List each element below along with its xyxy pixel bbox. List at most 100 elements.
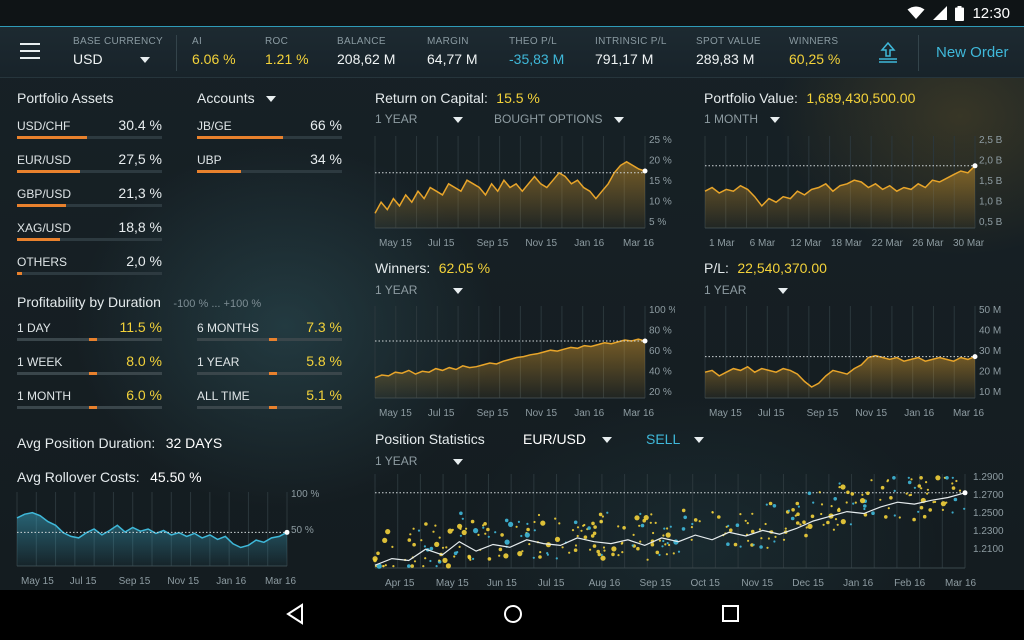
asset-bar-fill [17, 204, 67, 207]
new-order-button[interactable]: New Order [936, 44, 1009, 61]
portfolio-value-period-dropdown[interactable]: 1 MONTH [704, 112, 780, 126]
scatter-point [636, 546, 640, 551]
winners-period-dropdown[interactable]: 1 YEAR [375, 283, 464, 297]
scatter-point [576, 526, 580, 529]
scatter-point [859, 498, 866, 504]
metric-ai: AI 6.06 % [192, 36, 236, 67]
scatter-point [484, 532, 487, 535]
profitability-bar-track [17, 372, 162, 375]
scatter-point [664, 543, 667, 546]
asset-bar-fill [17, 170, 81, 173]
scatter-point [773, 540, 776, 543]
x-tick-label: Sep 15 [477, 408, 509, 418]
scatter-point [691, 522, 694, 526]
profitability-value: 8.0 % [126, 353, 162, 369]
y-tick-label: 100 % [291, 489, 319, 500]
scatter-point [438, 559, 441, 562]
last-point [642, 168, 648, 174]
scatter-point [445, 546, 448, 549]
asset-bar-track [17, 204, 162, 207]
scatter-point [503, 553, 509, 559]
scatter-point [658, 553, 661, 556]
series-area [375, 339, 645, 398]
scatter-point [663, 527, 666, 530]
x-tick-label: Oct 15 [690, 578, 720, 588]
scatter-point [926, 492, 929, 495]
scatter-point [677, 550, 681, 553]
base-currency-value: USD [73, 51, 103, 67]
scatter-point [759, 545, 763, 549]
scatter-point [766, 546, 769, 549]
scatter-point [836, 523, 839, 526]
avg-position-duration-label: Avg Position Duration: [17, 435, 156, 451]
scatter-point [690, 538, 693, 541]
profitability-bar-fill [269, 372, 277, 375]
profitability-bar-fill [269, 406, 277, 409]
x-tick-label: Mar 16 [953, 408, 985, 418]
roc-filter: BOUGHT OPTIONS [494, 112, 603, 126]
metric-label: MARGIN [427, 36, 469, 47]
pl-period: 1 YEAR [704, 283, 747, 297]
accounts-dropdown[interactable]: Accounts [197, 90, 277, 106]
scatter-point [517, 520, 520, 523]
scatter-point [409, 533, 412, 536]
y-tick-label: 40 M [979, 326, 1001, 337]
scatter-point [884, 515, 888, 519]
metric-balance: BALANCE 208,62 M [337, 36, 395, 67]
profitability-bar-track [197, 372, 342, 375]
menu-button[interactable] [20, 43, 40, 59]
scatter-point [596, 549, 600, 554]
x-tick-label: Nov 15 [855, 408, 887, 418]
x-tick-label: Jan 16 [904, 408, 934, 418]
home-circle-icon[interactable] [501, 602, 525, 626]
x-tick-label: Nov 15 [525, 238, 557, 248]
asset-bar-fill [17, 238, 61, 241]
winners-title: Winners: [375, 260, 431, 276]
scatter-point [423, 545, 426, 548]
position-stats-period-dropdown[interactable]: 1 YEAR [375, 454, 464, 468]
upload-icon[interactable] [878, 41, 898, 65]
profitability-value: 5.1 % [306, 387, 342, 403]
position-stats-pair-dropdown[interactable]: EUR/USD [523, 431, 613, 447]
roc-filter-dropdown[interactable]: BOUGHT OPTIONS [494, 112, 625, 126]
roc-period-dropdown[interactable]: 1 YEAR [375, 112, 464, 126]
chevron-down-icon [778, 287, 789, 294]
asset-bar-track [17, 136, 162, 139]
scatter-point [838, 486, 841, 489]
scatter-point [424, 522, 428, 526]
scatter-point [473, 528, 479, 534]
pl-period-dropdown[interactable]: 1 YEAR [704, 283, 789, 297]
x-tick-label: Dec 15 [792, 578, 824, 588]
scatter-point [910, 478, 913, 481]
profitability-bar-track [197, 406, 342, 409]
scatter-point [417, 529, 421, 532]
back-triangle-icon[interactable] [284, 602, 306, 626]
scatter-point [661, 545, 664, 548]
avg-rollover: Avg Rollover Costs: 45.50 % [17, 469, 202, 487]
scatter-point [666, 542, 669, 545]
scatter-point [554, 517, 557, 520]
y-tick-label: 30 M [979, 346, 1001, 357]
scatter-point [832, 528, 835, 531]
scatter-point [639, 540, 642, 543]
chevron-down-icon [602, 437, 613, 444]
chevron-down-icon [453, 458, 464, 465]
scatter-point [391, 545, 394, 548]
base-currency-select[interactable]: USD [73, 51, 153, 67]
profitability-value: 11.5 % [119, 319, 162, 335]
scatter-point [863, 504, 867, 508]
base-currency-label: BASE CURRENCY [73, 36, 164, 47]
recent-square-icon[interactable] [720, 602, 742, 626]
scatter-point [765, 503, 768, 506]
roc-chart: 25 % 20 % 15 % 10 % 5 % May 15 Jul 15 Sep 15 Nov… [374, 135, 672, 248]
y-tick-label: 80 % [649, 326, 672, 337]
position-stats-side-dropdown[interactable]: SELL [646, 431, 705, 447]
asset-bar-track [17, 170, 162, 173]
scatter-point [429, 559, 432, 563]
status-time: 12:30 [972, 4, 1010, 22]
scatter-point [603, 549, 606, 552]
scatter-point [459, 527, 462, 530]
y-tick-label: 20 M [979, 367, 1001, 378]
y-tick-label: 1,0 B [979, 197, 1003, 208]
y-tick-label: 1.2300 [973, 526, 1004, 537]
